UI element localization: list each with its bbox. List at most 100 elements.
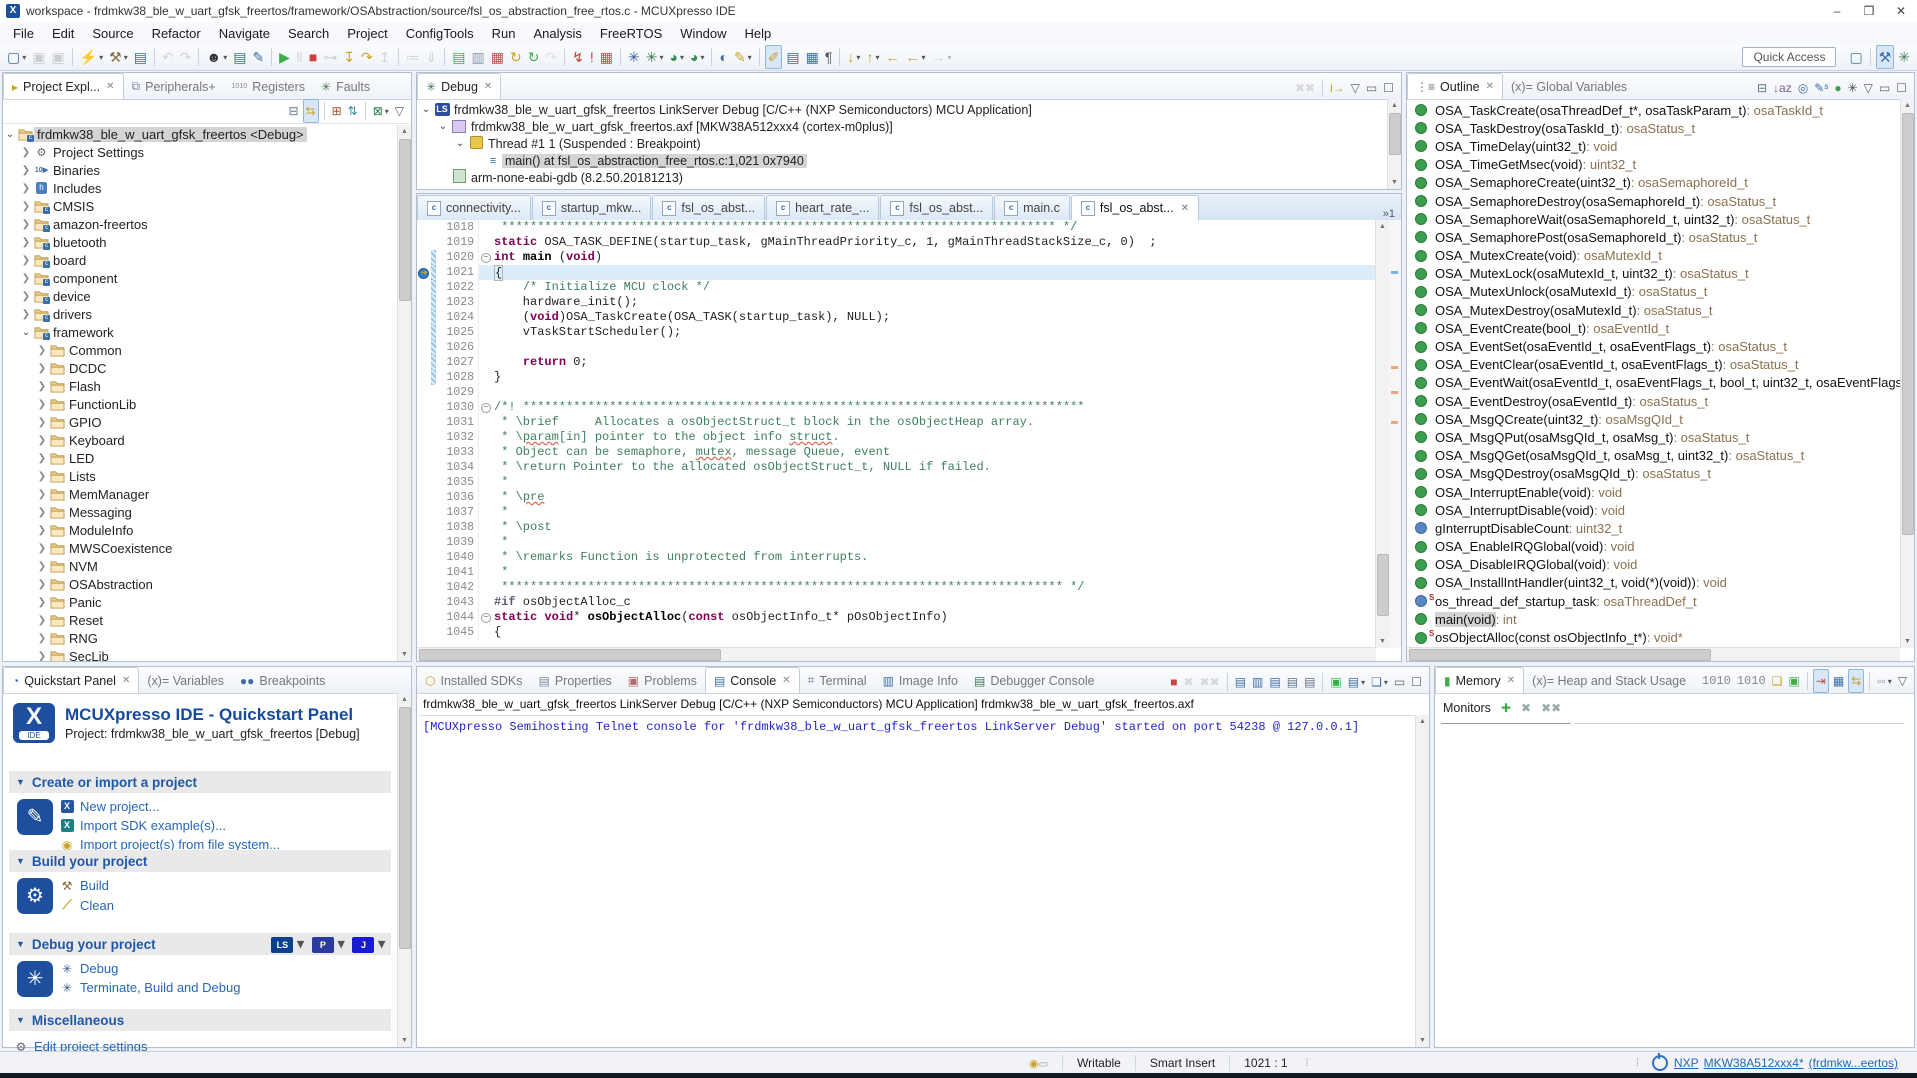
code-text[interactable]: *: [492, 565, 1376, 580]
outline-item[interactable]: OSA_MsgQDestroy(osaMsgQId_t) : osaStatus…: [1407, 465, 1900, 483]
tree-item-dcdc[interactable]: ❯DCDC: [3, 359, 397, 377]
expander-icon[interactable]: ❯: [35, 579, 49, 590]
terminate-button[interactable]: ■: [307, 46, 319, 68]
annotation-ruler[interactable]: [417, 280, 431, 295]
expander-icon[interactable]: ❯: [35, 471, 49, 482]
close-window-button[interactable]: ✕: [1885, 1, 1917, 21]
expander-icon[interactable]: ❯: [19, 255, 33, 266]
new-tab-button[interactable]: ❏: [1770, 670, 1785, 692]
debug-tree-row[interactable]: ⌄LSfrdmkw38_ble_w_uart_gfsk_freertos Lin…: [419, 101, 1387, 118]
step-into-button[interactable]: ↧: [341, 46, 357, 68]
device-link[interactable]: MKW38A512xxx4*: [1704, 1056, 1804, 1070]
collapse-triangle-icon[interactable]: ▼: [16, 856, 25, 866]
menu-analysis[interactable]: Analysis: [524, 24, 590, 43]
fold-ruler[interactable]: [478, 310, 492, 325]
quickstart-link-build[interactable]: ⚒Build: [59, 878, 109, 893]
quickstart-link-terminate-build-and-debug[interactable]: ✳Terminate, Build and Debug: [59, 980, 240, 995]
code-text[interactable]: * \param[in] pointer to the object info …: [492, 430, 1376, 445]
annotation-ruler[interactable]: [417, 625, 431, 640]
code-text[interactable]: /*! ************************************…: [492, 400, 1376, 415]
menu-configtools[interactable]: ConfigTools: [397, 24, 483, 43]
outline-item[interactable]: OSA_MutexCreate(void) : osaMutexId_t: [1407, 247, 1900, 265]
expander-icon[interactable]: ⌄: [436, 121, 450, 132]
outline-item[interactable]: OSA_InterruptDisable(void) : void: [1407, 501, 1900, 519]
display-selected-console-button[interactable]: ▤▾: [1346, 671, 1367, 693]
close-tab-icon[interactable]: ✕: [122, 675, 130, 686]
annotation-ruler[interactable]: [417, 340, 431, 355]
fold-ruler[interactable]: [478, 415, 492, 430]
fold-ruler[interactable]: [478, 280, 492, 295]
outline-item[interactable]: OSA_SemaphoreCreate(uint32_t) : osaSemap…: [1407, 174, 1900, 192]
maximize-button[interactable]: ☐: [1894, 77, 1909, 99]
red-box-button[interactable]: ▦: [598, 46, 615, 68]
editor-tab-main-c[interactable]: cmain.c: [994, 195, 1070, 220]
profile-config-button[interactable]: ◕▾: [688, 46, 706, 68]
instruction-stepping-button[interactable]: ≔: [404, 46, 422, 68]
filters-button[interactable]: ✳: [1846, 77, 1860, 99]
code-text[interactable]: *: [492, 535, 1376, 550]
fold-ruler[interactable]: [478, 625, 492, 640]
fold-ruler[interactable]: [478, 595, 492, 610]
expander-icon[interactable]: ❯: [35, 543, 49, 554]
outline-item[interactable]: OSA_InstallIntHandler(uint32_t, void(*)(…: [1407, 574, 1900, 592]
fold-ruler[interactable]: [478, 220, 492, 235]
annotation-ruler[interactable]: [417, 220, 431, 235]
run-config-button[interactable]: ◕▾: [668, 46, 686, 68]
outline-item[interactable]: OSA_MsgQGet(osaMsgQId_t, osaMsg_t, uint3…: [1407, 447, 1900, 465]
tab--x-heap-and-stack-usage[interactable]: (x)= Heap and Stack Usage: [1524, 668, 1694, 693]
view-menu-button[interactable]: ▽: [1862, 77, 1875, 99]
expander-icon[interactable]: ❯: [35, 561, 49, 572]
fold-ruler[interactable]: [478, 535, 492, 550]
debug-tree-row[interactable]: ⌄frdmkw38_ble_w_uart_gfsk_freertos.axf […: [419, 118, 1387, 135]
expander-icon[interactable]: ❯: [35, 399, 49, 410]
add-monitor-button[interactable]: ✚: [1501, 701, 1511, 715]
toggle-split-button[interactable]: ⇥: [1813, 669, 1829, 693]
tab-overflow-indicator[interactable]: »1: [1377, 208, 1401, 220]
outline-item[interactable]: OSA_SemaphorePost(osaSemaphoreId_t) : os…: [1407, 228, 1900, 246]
annotation-ruler[interactable]: [417, 325, 431, 340]
fold-ruler[interactable]: [478, 475, 492, 490]
annotation-ruler[interactable]: [417, 460, 431, 475]
fold-ruler[interactable]: [478, 460, 492, 475]
fold-ruler[interactable]: [478, 265, 492, 280]
show-stderr-button[interactable]: ▤: [1302, 671, 1317, 693]
paste-build-button[interactable]: ▥: [469, 46, 486, 68]
pencil-button[interactable]: ✎: [250, 46, 266, 68]
scroll-lock-button[interactable]: ▥: [1250, 671, 1265, 693]
menu-refactor[interactable]: Refactor: [143, 24, 210, 43]
tab-installed-sdks[interactable]: ⬡Installed SDKs: [417, 668, 530, 693]
flash-programmer-button[interactable]: ⚡▾: [78, 46, 105, 68]
tree-item-nvm[interactable]: ❯NVM: [3, 557, 397, 575]
annotation-ruler[interactable]: [417, 610, 431, 625]
editor-tab-fsl-os-abst-[interactable]: cfsl_os_abst...: [652, 195, 765, 220]
debug-bug-button[interactable]: ✳: [626, 46, 642, 68]
close-tab-icon[interactable]: ✕: [484, 81, 492, 92]
view-menu-button[interactable]: ▽: [393, 100, 406, 122]
fold-ruler[interactable]: [478, 355, 492, 370]
layout-button[interactable]: ▫▫▾: [1875, 670, 1894, 692]
code-text[interactable]: [492, 385, 1376, 400]
close-tab-icon[interactable]: ✕: [1486, 81, 1494, 92]
outline-item[interactable]: main(void) : int: [1407, 610, 1900, 628]
project-link[interactable]: (frdmkw...eertos): [1809, 1056, 1898, 1070]
nxp-link[interactable]: NXP: [1674, 1056, 1699, 1070]
import-button[interactable]: 1010: [1735, 670, 1768, 692]
menu-freertos[interactable]: FreeRTOS: [591, 24, 671, 43]
annotation-ruler[interactable]: ➜: [417, 265, 431, 280]
mark-occurrences-button[interactable]: ✐: [765, 45, 783, 69]
outline-item[interactable]: OSA_SemaphoreDestroy(osaSemaphoreId_t) :…: [1407, 192, 1900, 210]
highlighter-button[interactable]: ✎▾: [732, 46, 754, 68]
expander-icon[interactable]: ❯: [19, 237, 33, 248]
tab--x-global-variables[interactable]: (x)= Global Variables: [1503, 74, 1635, 99]
debug-perspective-button[interactable]: ✳: [1896, 46, 1912, 68]
code-text[interactable]: * \post: [492, 520, 1376, 535]
erase-flash-button[interactable]: ▦: [489, 46, 506, 68]
back-button[interactable]: ←▾: [903, 46, 927, 68]
expander-icon[interactable]: ❯: [35, 651, 49, 662]
view-menu-button[interactable]: ▽: [1896, 670, 1909, 692]
expander-icon[interactable]: ❯: [19, 273, 33, 284]
tree-item-functionlib[interactable]: ❯FunctionLib: [3, 395, 397, 413]
annotation-ruler[interactable]: [417, 475, 431, 490]
save-button[interactable]: ▣: [30, 46, 47, 68]
suspend-button[interactable]: Ⅱ: [294, 46, 305, 68]
